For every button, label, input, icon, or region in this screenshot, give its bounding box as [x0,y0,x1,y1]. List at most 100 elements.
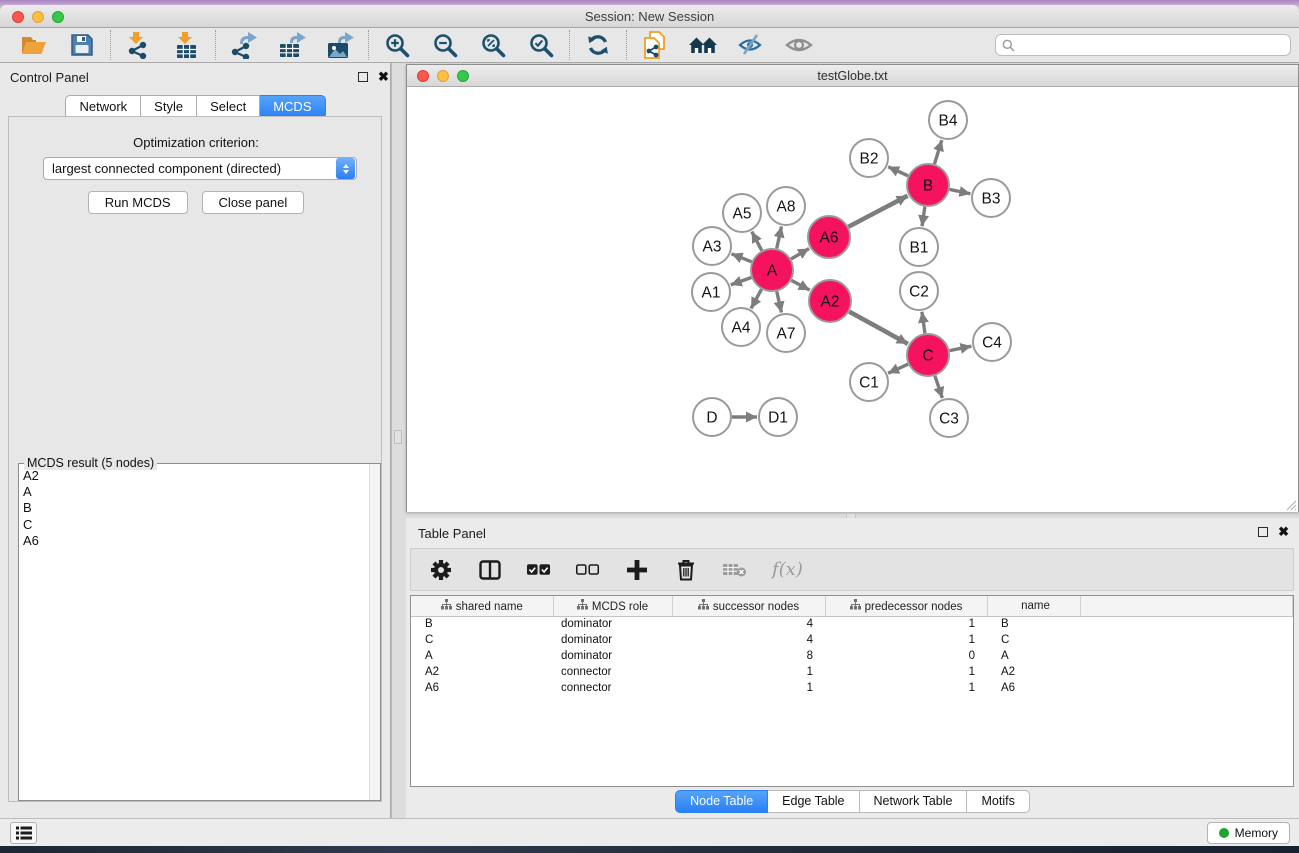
cell-shared-name[interactable]: A2 [411,664,553,680]
task-history-button[interactable] [10,822,37,844]
close-panel-button[interactable]: Close panel [202,191,305,214]
table-row[interactable]: A2connector11A2 [411,664,1293,680]
cell-MCDS-role[interactable]: dominator [553,632,672,648]
cell-shared-name[interactable]: C [411,632,553,648]
function-builder-button[interactable]: f(x) [772,558,803,582]
table-row[interactable]: Adominator80A [411,648,1293,664]
cell-successor-nodes[interactable]: 1 [672,680,825,696]
refresh-view-button[interactable] [583,30,613,60]
zoom-in-button[interactable] [382,30,412,60]
cell-name[interactable]: B [987,616,1080,632]
network-canvas[interactable]: AA1A2A3A4A5A6A7A8BB1B2B3B4CC1C2C3C4DD1 [407,87,1298,512]
graph-edge-A-A2[interactable] [791,280,809,290]
graph-edge-B-B4[interactable] [934,140,941,164]
close-panel-icon[interactable]: ✖ [378,72,389,82]
show-graphics-details-button[interactable] [784,30,814,60]
cell-shared-name[interactable]: A6 [411,680,553,696]
cell-predecessor-nodes[interactable]: 1 [825,664,987,680]
graph-edge-A-A6[interactable] [791,249,809,259]
table-header-row[interactable]: shared nameMCDS rolesuccessor nodesprede… [411,596,1293,616]
tab-motifs[interactable]: Motifs [967,790,1029,813]
cell-shared-name[interactable]: B [411,616,553,632]
hide-graphics-details-button[interactable] [736,30,766,60]
graph-edge-B-B1[interactable] [922,207,925,226]
graph-edge-C-C3[interactable] [935,376,942,398]
graph-edge-A-A4[interactable] [751,289,761,308]
graph-edge-A-A8[interactable] [777,227,782,249]
toggle-column-view-button[interactable] [478,558,502,582]
network-window-titlebar[interactable]: testGlobe.txt [407,65,1298,87]
export-network-button[interactable] [229,30,259,60]
graph-edge-A-A5[interactable] [752,232,762,251]
home-button[interactable] [688,30,718,60]
float-panel-icon[interactable] [358,72,368,82]
zoom-selected-button[interactable] [526,30,556,60]
graph-edge-A2-C[interactable] [849,312,908,344]
export-table-button[interactable] [277,30,307,60]
cell-successor-nodes[interactable]: 1 [672,664,825,680]
table-row[interactable]: A6connector11A6 [411,680,1293,696]
table-row[interactable]: Bdominator41B [411,616,1293,632]
column-header-successor-nodes[interactable]: successor nodes [672,596,825,616]
delete-column-button[interactable] [674,558,698,582]
delete-table-button[interactable] [723,558,747,582]
tab-network-table[interactable]: Network Table [860,790,968,813]
node-table[interactable]: shared nameMCDS rolesuccessor nodesprede… [410,595,1294,787]
tab-edge-table[interactable]: Edge Table [768,790,859,813]
cell-shared-name[interactable]: A [411,648,553,664]
mcds-result-item[interactable]: B [23,500,368,516]
close-table-panel-icon[interactable]: ✖ [1278,527,1289,537]
import-network-button[interactable] [124,30,154,60]
select-all-rows-button[interactable] [527,558,551,582]
float-table-panel-icon[interactable] [1258,527,1268,537]
save-session-button[interactable] [67,30,97,60]
cell-MCDS-role[interactable]: dominator [553,648,672,664]
mcds-result-item[interactable]: A2 [23,468,368,484]
cell-name[interactable]: A2 [987,664,1080,680]
search-field[interactable] [995,34,1291,56]
import-table-button[interactable] [172,30,202,60]
mcds-result-scrollbar[interactable] [369,464,380,800]
network-graph[interactable]: AA1A2A3A4A5A6A7A8BB1B2B3B4CC1C2C3C4DD1 [407,87,1298,512]
zoom-fit-button[interactable] [478,30,508,60]
graph-edge-C-C4[interactable] [950,346,972,350]
export-image-button[interactable] [325,30,355,60]
graph-edge-A-A1[interactable] [731,277,752,284]
session-from-network-file-button[interactable] [640,30,670,60]
table-settings-button[interactable] [429,558,453,582]
cell-MCDS-role[interactable]: connector [553,664,672,680]
cell-successor-nodes[interactable]: 4 [672,616,825,632]
criterion-dropdown[interactable]: largest connected component (directed) [43,157,357,180]
cell-successor-nodes[interactable]: 4 [672,632,825,648]
graph-edge-B-B2[interactable] [888,167,908,176]
table-row[interactable]: Cdominator41C [411,632,1293,648]
column-header-shared-name[interactable]: shared name [411,596,553,616]
cell-predecessor-nodes[interactable]: 1 [825,680,987,696]
cell-name[interactable]: C [987,632,1080,648]
search-input[interactable] [1015,36,1290,54]
mcds-result-item[interactable]: A [23,484,368,500]
graph-edge-C-C1[interactable] [888,364,908,373]
zoom-out-button[interactable] [430,30,460,60]
create-column-button[interactable] [625,558,649,582]
resize-grip-icon[interactable] [1285,499,1297,511]
graph-edge-B-B3[interactable] [950,189,971,193]
graph-edge-A-A3[interactable] [731,254,751,262]
mcds-result-item[interactable]: C [23,517,368,533]
cell-predecessor-nodes[interactable]: 1 [825,616,987,632]
column-header-predecessor-nodes[interactable]: predecessor nodes [825,596,987,616]
memory-button[interactable]: Memory [1207,822,1290,844]
column-header-MCDS-role[interactable]: MCDS role [553,596,672,616]
mcds-result-item[interactable]: A6 [23,533,368,549]
graph-edge-A6-B[interactable] [848,196,907,227]
cell-MCDS-role[interactable]: connector [553,680,672,696]
graph-edge-A-A7[interactable] [777,291,782,312]
open-session-button[interactable] [19,30,49,60]
tab-node-table[interactable]: Node Table [675,790,768,813]
cell-successor-nodes[interactable]: 8 [672,648,825,664]
graph-edge-C-C2[interactable] [922,312,925,333]
cell-name[interactable]: A [987,648,1080,664]
column-header-name[interactable]: name [987,596,1080,616]
cell-name[interactable]: A6 [987,680,1080,696]
splitter-grip-vertical[interactable] [394,430,402,444]
